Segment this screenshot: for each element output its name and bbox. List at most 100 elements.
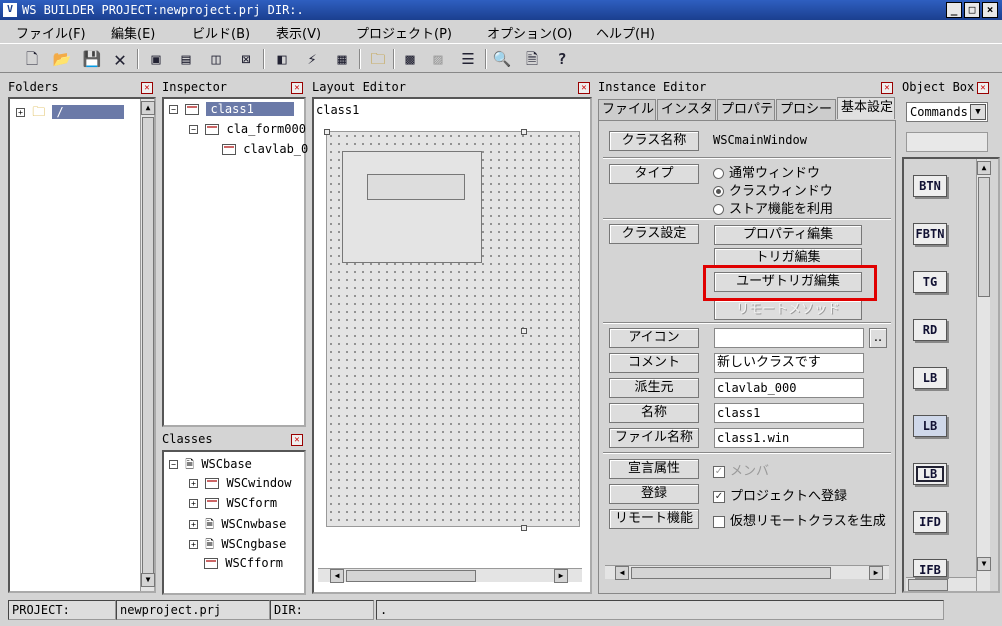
scroll-thumb[interactable]	[142, 117, 154, 577]
object-toggle[interactable]: TG	[913, 271, 947, 293]
folders-scrollbar[interactable]: ▲ ▼	[140, 99, 155, 591]
object-search-field[interactable]	[906, 132, 988, 152]
menu-help[interactable]: ヘルプ(H)	[596, 23, 655, 42]
type-option-normal[interactable]: 通常ウィンドウ	[713, 162, 820, 181]
scroll-down-icon[interactable]: ▼	[977, 557, 991, 571]
label-preview[interactable]	[367, 174, 465, 200]
list-icon[interactable]: ☰	[456, 47, 480, 71]
layout-hscrollbar[interactable]: ◀ ▶	[318, 568, 582, 583]
scroll-up-icon[interactable]: ▲	[977, 161, 991, 175]
name-field[interactable]: class1	[714, 403, 864, 423]
grid-icon[interactable]: ▩	[398, 47, 422, 71]
object-box-scrollbar[interactable]: ▲ ▼	[976, 159, 991, 591]
new-window-icon[interactable]: ▣	[144, 47, 168, 71]
class-item[interactable]: WSCwindow	[226, 476, 291, 490]
type-option-class[interactable]: クラスウィンドウ	[713, 180, 833, 199]
scroll-thumb[interactable]	[346, 570, 476, 582]
open-folder-icon[interactable]: 📂	[50, 47, 74, 71]
inspector-close-icon[interactable]: ✕	[291, 82, 303, 94]
chevron-down-icon[interactable]: ▼	[970, 104, 986, 120]
scroll-left-icon[interactable]: ◀	[330, 569, 344, 583]
inspector-tree[interactable]: − class1 − cla_form000 clavlab_0	[162, 97, 308, 427]
checkbox-icon[interactable]	[713, 515, 725, 528]
property-edit-button[interactable]: プロパティ編集	[714, 225, 862, 245]
window-preview[interactable]	[324, 129, 580, 531]
object-label-2[interactable]: LB	[913, 415, 947, 437]
folders-tree[interactable]: + 🗀 / ▲ ▼	[8, 97, 156, 593]
scroll-up-icon[interactable]: ▲	[141, 101, 155, 115]
instance-hscrollbar[interactable]: ◀ ▶	[605, 565, 889, 580]
file-name-field[interactable]: class1.win	[714, 428, 864, 448]
folder-icon[interactable]: 🗀	[366, 47, 390, 71]
new-file-icon[interactable]: 🗋	[20, 47, 44, 71]
radio-store[interactable]	[713, 204, 724, 215]
object-radio[interactable]: RD	[913, 319, 947, 341]
type-option-store[interactable]: ストア機能を利用	[713, 198, 833, 217]
scroll-down-icon[interactable]: ▼	[141, 573, 155, 587]
menu-project[interactable]: プロジェクト(P)	[356, 23, 452, 42]
register-project-checkbox[interactable]: ✓ プロジェクトへ登録	[713, 485, 847, 504]
expand-icon[interactable]: +	[189, 520, 198, 529]
menu-file[interactable]: ファイル(F)	[16, 23, 86, 42]
tab-file[interactable]: ファイル	[598, 99, 656, 121]
copy-window-icon[interactable]: ◫	[204, 47, 228, 71]
scroll-left-icon[interactable]: ◀	[615, 566, 629, 580]
search-icon[interactable]: 🔍	[490, 47, 514, 71]
form-preview[interactable]	[342, 151, 482, 263]
object-input-field[interactable]: IFD	[913, 511, 947, 533]
save-icon[interactable]: 💾	[80, 47, 104, 71]
scroll-right-icon[interactable]: ▶	[554, 569, 568, 583]
object-box-close-icon[interactable]: ✕	[977, 82, 989, 94]
folders-close-icon[interactable]: ✕	[141, 82, 153, 94]
tab-basic-settings[interactable]: 基本設定	[837, 97, 895, 119]
scroll-thumb[interactable]	[978, 177, 990, 297]
class-item[interactable]: WSCngbase	[221, 537, 286, 551]
collapse-icon[interactable]: −	[189, 125, 198, 134]
menu-options[interactable]: オプション(O)	[487, 23, 572, 42]
window-menu-icon[interactable]: V	[3, 3, 17, 17]
expand-icon[interactable]: +	[16, 108, 25, 117]
tab-procedure[interactable]: プロシー	[776, 99, 836, 121]
object-category-select[interactable]: Commands ▼	[906, 102, 988, 122]
cut-icon[interactable]: ✕	[108, 47, 132, 71]
scroll-right-icon[interactable]: ▶	[869, 566, 883, 580]
expand-icon[interactable]: +	[189, 540, 198, 549]
radio-class[interactable]	[713, 186, 724, 197]
inspector-item-label[interactable]: clavlab_0	[243, 142, 308, 156]
inspector-item-form[interactable]: cla_form000	[226, 122, 305, 136]
folder-root[interactable]: /	[52, 105, 124, 119]
icon-field[interactable]	[714, 328, 864, 348]
menu-view[interactable]: 表示(V)	[276, 23, 321, 42]
scroll-thumb[interactable]	[631, 567, 831, 579]
resize-handle[interactable]	[324, 129, 330, 135]
object-box-hscrollbar[interactable]	[906, 577, 976, 591]
open-window-icon[interactable]: ▤	[174, 47, 198, 71]
expand-icon[interactable]: +	[189, 479, 198, 488]
remote-class-checkbox[interactable]: 仮想リモートクラスを生成	[713, 510, 891, 529]
collapse-icon[interactable]: −	[169, 460, 178, 469]
class-item[interactable]: WSCnwbase	[221, 517, 286, 531]
class-icon[interactable]: ◧	[270, 47, 294, 71]
layout-editor-close-icon[interactable]: ✕	[578, 82, 590, 94]
collapse-icon[interactable]: −	[169, 105, 178, 114]
object-function-button[interactable]: FBTN	[913, 223, 947, 245]
layout-editor-canvas[interactable]: class1 ◀ ▶	[312, 97, 592, 594]
object-button[interactable]: BTN	[913, 175, 947, 197]
class-list-icon[interactable]: ▦	[330, 47, 354, 71]
classes-tree[interactable]: − 🗎 WSCbase + WSCwindow + WSCform + 🗎 WS…	[162, 450, 306, 595]
maximize-button[interactable]: □	[964, 2, 980, 18]
tab-property[interactable]: プロパテ	[717, 99, 775, 121]
menu-build[interactable]: ビルド(B)	[192, 23, 250, 42]
class-item[interactable]: WSCfform	[225, 556, 283, 570]
help-icon[interactable]: ?	[550, 47, 574, 71]
object-input-button[interactable]: IFB	[913, 559, 947, 577]
instance-editor-close-icon[interactable]: ✕	[881, 82, 893, 94]
edit-class-icon[interactable]: ⚡	[300, 47, 324, 71]
close-button[interactable]: ×	[982, 2, 998, 18]
object-label-3[interactable]: LB	[913, 463, 947, 485]
icon-browse-button[interactable]: ..	[869, 328, 887, 348]
resize-handle[interactable]	[521, 525, 527, 531]
checkbox-checked-icon[interactable]: ✓	[713, 490, 725, 503]
preview-icon[interactable]: 🗎	[520, 47, 544, 71]
tab-instance[interactable]: インスタ	[657, 99, 716, 121]
